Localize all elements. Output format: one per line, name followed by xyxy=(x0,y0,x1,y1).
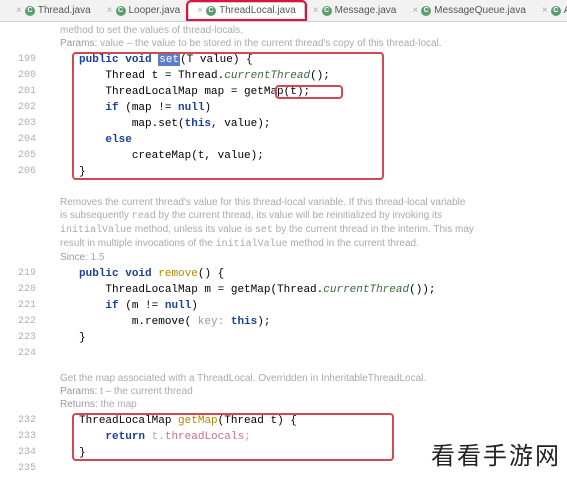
watermark-text: 看看手游网 xyxy=(431,436,561,471)
line-number: 232 xyxy=(0,413,36,429)
code-line[interactable]: public void remove() { xyxy=(42,266,567,282)
doc-params-text: value – the value to be stored in the cu… xyxy=(97,38,441,49)
tab-label: Thread.java xyxy=(38,5,91,16)
code-line[interactable]: else xyxy=(42,132,567,148)
line-number: 222 xyxy=(0,314,36,330)
code-line[interactable]: ThreadLocalMap map = getMap(t); xyxy=(42,84,567,100)
editor-tabs: ×CThread.java ×CLooper.java ×CThreadLoca… xyxy=(0,0,567,22)
doc-line: Get the map associated with a ThreadLoca… xyxy=(60,372,480,385)
java-class-icon: C xyxy=(206,6,216,16)
line-number: 200 xyxy=(0,68,36,84)
code-line[interactable]: if (m != null) xyxy=(42,298,567,314)
doc-params-label: Params: xyxy=(60,386,97,397)
code-line[interactable]: } xyxy=(42,330,567,346)
line-number: 203 xyxy=(0,116,36,132)
java-class-icon: C xyxy=(322,6,332,16)
doc-line: Removes the current thread's value for t… xyxy=(60,196,480,209)
code-editor-block-remove[interactable]: 219 220 221 222 223 224 public void remo… xyxy=(0,266,567,362)
code-line[interactable]: map.set(this, value); xyxy=(42,116,567,132)
javadoc-remove: Removes the current thread's value for t… xyxy=(0,194,480,266)
tab-looper[interactable]: ×CLooper.java xyxy=(99,3,189,18)
code-line[interactable] xyxy=(42,346,567,362)
tab-label: Message.java xyxy=(335,5,397,16)
close-icon[interactable]: × xyxy=(16,5,22,16)
java-class-icon: C xyxy=(421,6,431,16)
line-number: 235 xyxy=(0,461,36,477)
javadoc-getmap: Get the map associated with a ThreadLoca… xyxy=(0,370,480,413)
line-number: 219 xyxy=(0,266,36,282)
line-number: 205 xyxy=(0,148,36,164)
close-icon[interactable]: × xyxy=(313,5,319,16)
line-number: 220 xyxy=(0,282,36,298)
close-icon[interactable]: × xyxy=(107,5,113,16)
code-line[interactable]: } xyxy=(42,164,567,180)
line-gutter: 232 233 234 235 xyxy=(0,413,42,477)
doc-since-label: Since: xyxy=(60,252,88,263)
tab-messagequeue[interactable]: ×CMessageQueue.java xyxy=(404,3,534,18)
tab-thread[interactable]: ×CThread.java xyxy=(8,3,99,18)
java-class-icon: C xyxy=(25,6,35,16)
tab-activitythread[interactable]: ×CActivityThread.java xyxy=(534,3,567,18)
line-number: 202 xyxy=(0,100,36,116)
code-line[interactable]: ThreadLocalMap getMap(Thread t) { xyxy=(42,413,567,429)
line-gutter: 199 200 201 202 203 204 205 206 xyxy=(0,52,42,180)
doc-params-label: Params: xyxy=(60,38,97,49)
line-gutter: 219 220 221 222 223 224 xyxy=(0,266,42,362)
tab-label: ThreadLocal.java xyxy=(219,5,296,16)
java-class-icon: C xyxy=(551,6,561,16)
javadoc-set: method to set the values of thread-local… xyxy=(0,22,480,52)
code-line[interactable]: ThreadLocalMap m = getMap(Thread.current… xyxy=(42,282,567,298)
code-editor-block-set[interactable]: 199 200 201 202 203 204 205 206 public v… xyxy=(0,52,567,180)
line-number: 224 xyxy=(0,346,36,362)
close-icon[interactable]: × xyxy=(412,5,418,16)
line-number: 233 xyxy=(0,429,36,445)
close-icon[interactable]: × xyxy=(542,5,548,16)
doc-returns-label: Returns: xyxy=(60,399,98,410)
code-line[interactable]: m.remove( key: this); xyxy=(42,314,567,330)
code-area[interactable]: public void remove() { ThreadLocalMap m … xyxy=(42,266,567,362)
code-line[interactable]: Thread t = Thread.currentThread(); xyxy=(42,68,567,84)
doc-text: method to set the values of thread-local… xyxy=(60,24,480,37)
line-number: 223 xyxy=(0,330,36,346)
code-line[interactable]: createMap(t, value); xyxy=(42,148,567,164)
code-line[interactable]: public void set(T value) { xyxy=(42,52,567,68)
close-icon[interactable]: × xyxy=(197,5,203,16)
line-number: 221 xyxy=(0,298,36,314)
line-number: 206 xyxy=(0,164,36,180)
tab-label: Looper.java xyxy=(129,5,181,16)
line-number: 234 xyxy=(0,445,36,461)
code-area[interactable]: public void set(T value) { Thread t = Th… xyxy=(42,52,567,180)
tab-threadlocal[interactable]: ×CThreadLocal.java xyxy=(188,2,305,19)
line-number: 199 xyxy=(0,52,36,68)
line-number: 201 xyxy=(0,84,36,100)
line-number: 204 xyxy=(0,132,36,148)
code-line[interactable]: if (map != null) xyxy=(42,100,567,116)
java-class-icon: C xyxy=(116,6,126,16)
tab-message[interactable]: ×CMessage.java xyxy=(305,3,405,18)
tab-label: MessageQueue.java xyxy=(434,5,526,16)
